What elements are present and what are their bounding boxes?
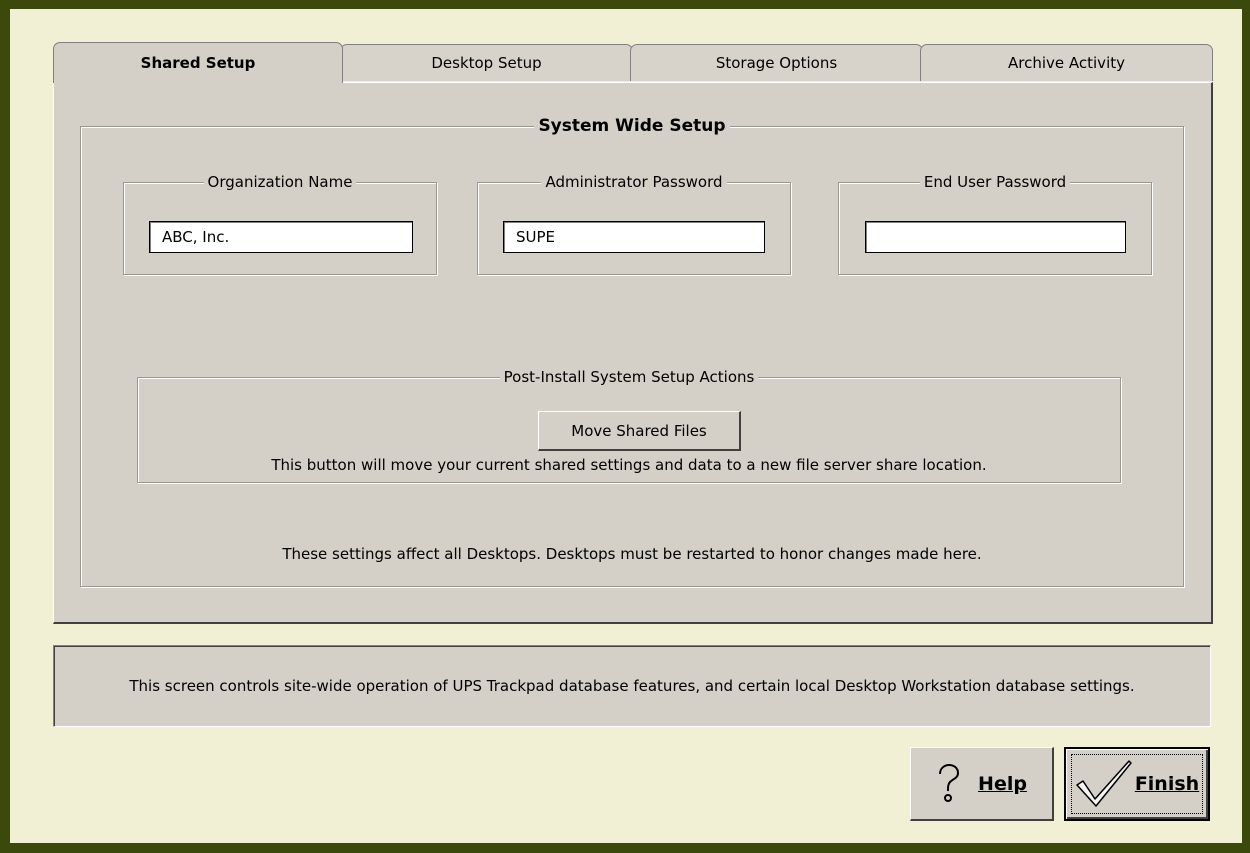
organization-name-label: Organization Name	[203, 173, 357, 191]
tab-panel-shared-setup: System Wide Setup Organization Name Admi…	[53, 82, 1213, 624]
end-user-password-label: End User Password	[919, 173, 1071, 191]
settings-footer-note: These settings affect all Desktops. Desk…	[282, 545, 982, 563]
tab-label: Storage Options	[715, 54, 838, 72]
tab-shared-setup[interactable]: Shared Setup	[53, 42, 343, 83]
finish-button-label: Finish	[1134, 773, 1200, 795]
finish-button[interactable]: Finish	[1064, 747, 1210, 821]
move-shared-files-description: This button will move your current share…	[271, 456, 987, 474]
organization-name-group: Organization Name	[123, 173, 437, 275]
tab-desktop-setup[interactable]: Desktop Setup	[340, 44, 633, 81]
tab-label: Shared Setup	[140, 54, 256, 72]
move-shared-files-button[interactable]: Move Shared Files	[538, 411, 741, 451]
tab-storage-options[interactable]: Storage Options	[630, 44, 923, 81]
status-description: This screen controls site-wide operation…	[53, 645, 1211, 727]
move-shared-files-label: Move Shared Files	[571, 421, 707, 440]
organization-name-input[interactable]	[149, 221, 413, 253]
administrator-password-input[interactable]	[503, 221, 765, 253]
post-install-actions-group: Post-Install System Setup Actions Move S…	[137, 368, 1121, 483]
finish-focus-rect: Finish	[1071, 754, 1203, 814]
administrator-password-group: Administrator Password	[477, 173, 791, 275]
administrator-password-label: Administrator Password	[541, 173, 727, 191]
status-description-text: This screen controls site-wide operation…	[129, 676, 1135, 695]
end-user-password-input[interactable]	[865, 221, 1126, 253]
help-button-label: Help	[978, 772, 1027, 795]
tab-label: Archive Activity	[1008, 54, 1125, 72]
checkmark-icon	[1075, 759, 1133, 809]
question-mark-icon	[936, 763, 962, 804]
system-wide-setup-title: System Wide Setup	[534, 116, 730, 136]
tab-archive-activity[interactable]: Archive Activity	[920, 44, 1213, 81]
end-user-password-group: End User Password	[838, 173, 1152, 275]
help-button[interactable]: Help	[910, 747, 1054, 821]
post-install-actions-title: Post-Install System Setup Actions	[499, 368, 759, 386]
tab-label: Desktop Setup	[431, 54, 542, 72]
system-wide-setup-group: System Wide Setup Organization Name Admi…	[80, 116, 1184, 587]
